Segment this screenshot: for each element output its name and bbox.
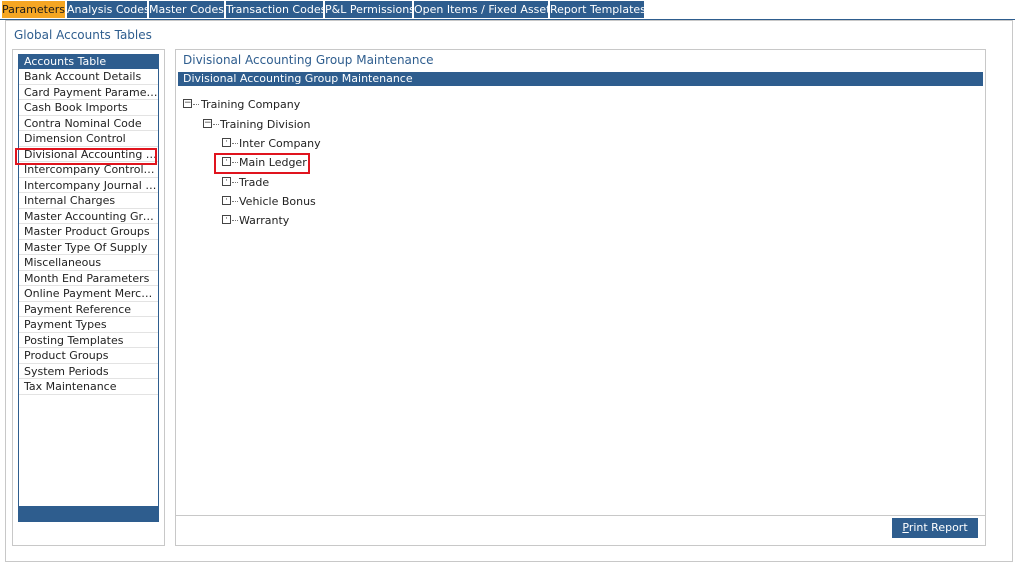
list-item-internal-charges[interactable]: Internal Charges xyxy=(19,193,158,209)
list-item-bank-account-details[interactable]: Bank Account Details xyxy=(19,69,158,85)
leaf-node-icon[interactable]: · xyxy=(222,138,231,147)
footer-divider xyxy=(176,515,985,516)
tab-bar: Parameters Analysis Codes Master Codes T… xyxy=(0,0,1015,20)
list-item-tax-maintenance[interactable]: Tax Maintenance xyxy=(19,379,158,395)
tab-open-items-fixed-assets[interactable]: Open Items / Fixed Assets xyxy=(414,1,556,18)
list-item-contra-nominal-code[interactable]: Contra Nominal Code xyxy=(19,116,158,131)
collapse-icon[interactable]: − xyxy=(203,119,212,128)
tab-parameters[interactable]: Parameters xyxy=(2,1,65,18)
list-item-payment-types[interactable]: Payment Types xyxy=(19,317,158,333)
tree-connector xyxy=(193,104,199,105)
tree-connector xyxy=(232,182,238,183)
tree-selection-highlight xyxy=(214,153,310,174)
list-footer-bar xyxy=(19,506,158,521)
detail-title: Divisional Accounting Group Maintenance xyxy=(183,53,434,67)
tab-report-templates[interactable]: Report Templates xyxy=(550,1,646,18)
tree-connector xyxy=(232,143,238,144)
section-title: Global Accounts Tables xyxy=(14,28,152,42)
list-item-dimension-control[interactable]: Dimension Control xyxy=(19,131,158,147)
list-item-product-groups[interactable]: Product Groups xyxy=(19,348,158,364)
leaf-node-icon[interactable]: · xyxy=(222,215,231,224)
collapse-icon[interactable]: − xyxy=(183,99,192,108)
tree-connector xyxy=(232,201,238,202)
selection-highlight xyxy=(15,148,157,165)
list-item-intercompany-journal-codes[interactable]: Intercompany Journal Co... xyxy=(19,178,158,193)
detail-header-bar: Divisional Accounting Group Maintenance xyxy=(178,72,983,86)
accounts-table-header: Accounts Table xyxy=(19,55,158,69)
list-item-miscellaneous[interactable]: Miscellaneous xyxy=(19,255,158,271)
list-item-posting-templates[interactable]: Posting Templates xyxy=(19,333,158,348)
leaf-node-icon[interactable]: · xyxy=(222,196,231,205)
list-item-system-periods[interactable]: System Periods xyxy=(19,364,158,379)
tree-node-trade[interactable]: Trade xyxy=(239,176,269,189)
list-item-cash-book-imports[interactable]: Cash Book Imports xyxy=(19,100,158,116)
list-item-card-payment-parameters[interactable]: Card Payment Parameters xyxy=(19,85,158,100)
tab-analysis-codes[interactable]: Analysis Codes xyxy=(67,1,150,18)
tree-connector xyxy=(213,124,219,125)
list-item-master-type-of-supply[interactable]: Master Type Of Supply xyxy=(19,240,158,255)
tab-transaction-codes[interactable]: Transaction Codes xyxy=(226,1,326,18)
tab-pl-permissions[interactable]: P&L Permissions xyxy=(325,1,415,18)
tree-node-inter-company[interactable]: Inter Company xyxy=(239,137,321,150)
tab-master-codes[interactable]: Master Codes xyxy=(149,1,224,18)
list-item-month-end-parameters[interactable]: Month End Parameters xyxy=(19,271,158,286)
list-item-master-accounting-groups[interactable]: Master Accounting Groups xyxy=(19,209,158,224)
tree-node-warranty[interactable]: Warranty xyxy=(239,214,289,227)
leaf-node-icon[interactable]: · xyxy=(222,177,231,186)
tree-node-vehicle-bonus[interactable]: Vehicle Bonus xyxy=(239,195,316,208)
tree-node-training-company[interactable]: Training Company xyxy=(201,98,300,111)
list-item-payment-reference[interactable]: Payment Reference xyxy=(19,302,158,317)
print-report-button[interactable]: Print Report xyxy=(892,518,978,538)
list-item-online-payment-merchants[interactable]: Online Payment Merchants xyxy=(19,286,158,302)
accounts-table-list: Accounts Table Bank Account Details Card… xyxy=(18,54,159,522)
list-item-master-product-groups[interactable]: Master Product Groups xyxy=(19,224,158,240)
print-label: rint Report xyxy=(908,521,968,534)
tree-connector xyxy=(232,220,238,221)
tree-node-training-division[interactable]: Training Division xyxy=(220,118,310,131)
